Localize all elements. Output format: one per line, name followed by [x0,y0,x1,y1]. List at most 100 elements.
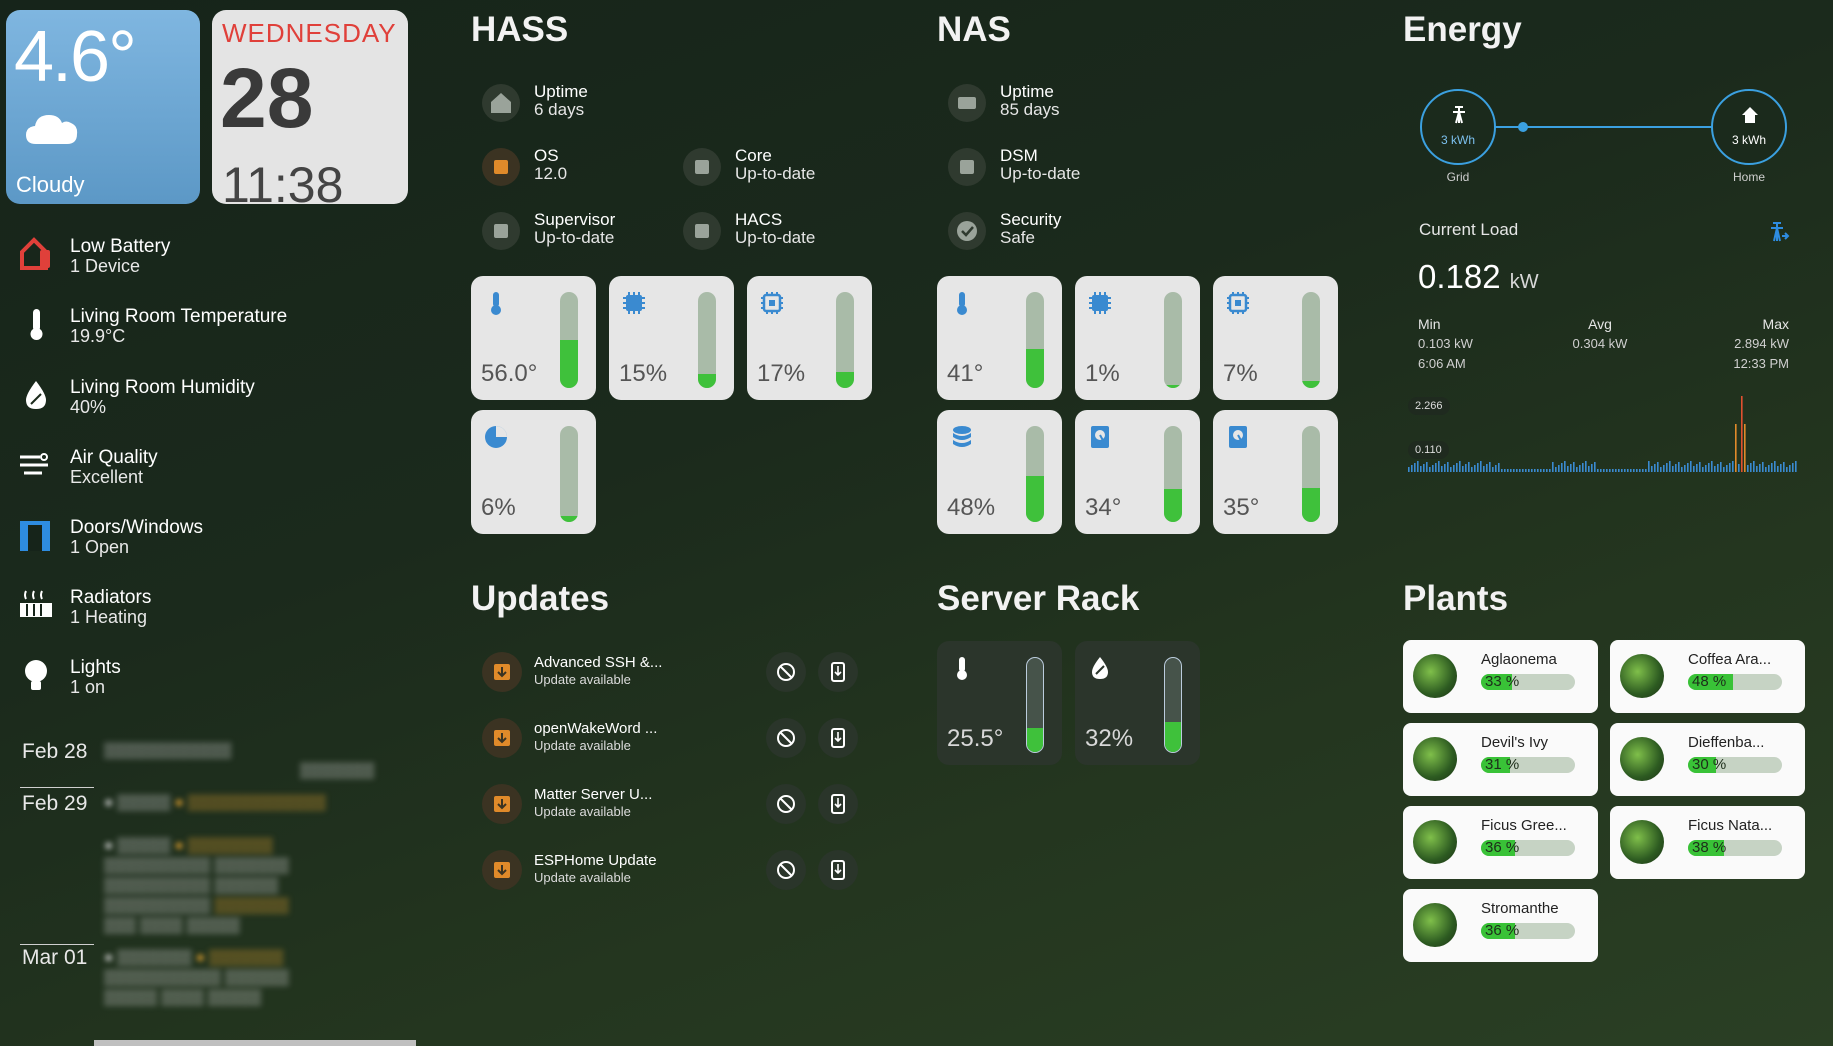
plant-card[interactable]: Aglaonema 33 % [1403,640,1598,713]
sparkline-bar [1639,469,1641,472]
blurred-event: ▒▒▒▒▒▒▒▒▒▒▒▒ [104,742,232,759]
update-status: Update available [534,870,631,885]
scrollbar[interactable] [94,1040,416,1046]
nas-memory-tile[interactable]: 7% [1213,276,1338,400]
hass-supervisor[interactable]: Supervisor Up-to-date [482,208,682,252]
install-update-button[interactable] [818,850,858,890]
harddisk-icon [1091,426,1109,448]
sparkline-bar [1486,464,1488,472]
rack-temperature-tile[interactable]: 25.5° [937,641,1062,765]
skip-update-button[interactable] [766,652,806,692]
update-item[interactable]: openWakeWord ... Update available [482,712,862,768]
skip-update-button[interactable] [766,850,806,890]
plant-name: Stromanthe [1481,900,1559,917]
cpu-64-icon [623,292,645,314]
sparkline-bar [1456,463,1458,472]
hass-core[interactable]: Core Up-to-date [683,144,883,188]
hass-memory-tile[interactable]: 17% [747,276,872,400]
nas-temperature-tile[interactable]: 41° [937,276,1062,400]
sparkline-bar [1534,469,1536,472]
update-name: ESPHome Update [534,852,657,869]
hass-os[interactable]: OS 12.0 [482,144,682,188]
skip-update-button[interactable] [766,718,806,758]
level-fill [1164,385,1182,388]
install-update-button[interactable] [818,652,858,692]
sidebar-item-radiators[interactable]: Radiators 1 Heating [18,583,398,635]
hass-hacs[interactable]: HACS Up-to-date [683,208,883,252]
plant-name: Ficus Gree... [1481,817,1567,834]
hass-disk-tile[interactable]: 6% [471,410,596,534]
sparkline-bar [1522,469,1524,472]
plant-card[interactable]: Ficus Gree... 36 % [1403,806,1598,879]
plant-card[interactable]: Ficus Nata... 38 % [1610,806,1805,879]
plant-card[interactable]: Coffea Ara... 48 % [1610,640,1805,713]
hass-uptime[interactable]: Uptime 6 days [482,80,682,124]
sparkline-bar [1789,465,1791,472]
nas-drive2-tile[interactable]: 35° [1213,410,1338,534]
tile-value: 7% [1223,360,1258,387]
sidebar-item-low-battery[interactable]: Low Battery 1 Device [18,232,398,284]
nas-drive1-tile[interactable]: 34° [1075,410,1200,534]
nas-dsm[interactable]: DSM Up-to-date [948,144,1168,188]
sidebar-item-title: Air Quality [70,447,158,468]
sidebar-item-sub: 1 Heating [70,607,148,627]
sparkline-bar [1516,469,1518,472]
weather-card[interactable]: 4.6° Cloudy [6,10,200,204]
sidebar-item-humidity[interactable]: Living Room Humidity 40% [18,373,398,425]
sidebar-item-doors-windows[interactable]: Doors/Windows 1 Open [18,513,398,565]
cloud-icon [26,115,78,144]
blurred-event: ● ▒▒▒▒▒ ● ▒▒▒▒▒▒▒▒ ▒▒▒▒▒▒▒▒▒▒ ▒▒▒▒▒▒▒ ▒▒▒▒… [104,837,289,934]
update-item[interactable]: ESPHome Update Update available [482,844,862,900]
sparkline-bar [1675,464,1677,472]
sparkline-bar [1504,469,1506,472]
install-update-button[interactable] [818,718,858,758]
nas-volume-tile[interactable]: 48% [937,410,1062,534]
sparkline-bar [1699,462,1701,472]
sparkline-bar [1495,465,1497,472]
install-update-button[interactable] [818,784,858,824]
sidebar-item-air-quality[interactable]: Air Quality Excellent [18,443,398,495]
sparkline-bar [1591,464,1593,472]
sparkline-bar [1528,469,1530,472]
max-value: 2.894 kW [1734,336,1789,351]
skip-update-button[interactable] [766,784,806,824]
sidebar-item-temperature[interactable]: Living Room Temperature 19.9°C [18,302,398,354]
nas-cpu-tile[interactable]: 1% [1075,276,1200,400]
sparkline-bar [1735,424,1737,472]
sparkline-bar [1573,462,1575,472]
sparkline-bar [1561,463,1563,472]
update-item[interactable]: Matter Server U... Update available [482,778,862,834]
sparkline-bar [1492,467,1494,472]
level-fill [560,516,578,522]
package-icon [948,148,986,186]
plant-card[interactable]: Dieffenba... 30 % [1610,723,1805,796]
section-title-plants: Plants [1403,579,1509,618]
section-title-energy: Energy [1403,10,1522,49]
sidebar-item-lights[interactable]: Lights 1 on [18,653,398,705]
moisture-value: 38 % [1692,840,1727,856]
calendar-divider [20,787,94,788]
package-icon [482,784,522,824]
sparkline-bar [1468,462,1470,472]
plant-card[interactable]: Stromanthe 36 % [1403,889,1598,962]
hass-temperature-tile[interactable]: 56.0° [471,276,596,400]
blurred-event: ▒▒▒▒▒▒▒ [300,762,375,779]
blurred-event: ● ▒▒▒▒▒▒▒ ● ▒▒▒▒▒▒▒ ▒▒▒▒▒▒▒▒▒▒▒ ▒▒▒▒▒▒ ▒▒▒… [104,949,289,1006]
plant-card[interactable]: Devil's Ivy 31 % [1403,723,1598,796]
level-fill [1165,721,1181,752]
nas-security[interactable]: Security Safe [948,208,1168,252]
rack-humidity-tile[interactable]: 32% [1075,641,1200,765]
update-name: Advanced SSH &... [534,654,663,671]
sparkline-bar [1762,462,1764,472]
sparkline-bar [1795,461,1797,472]
grid-node[interactable]: 3 kWh [1420,89,1496,165]
update-item[interactable]: Advanced SSH &... Update available [482,646,862,702]
day-number: 28 [220,51,314,145]
sparkline-bar [1543,469,1545,472]
home-node[interactable]: 3 kWh [1711,89,1787,165]
sparkline-bar [1729,463,1731,472]
nas-uptime[interactable]: Uptime 85 days [948,80,1168,124]
row-value: 6 days [534,100,585,119]
hass-cpu-tile[interactable]: 15% [609,276,734,400]
weekday-label: WEDNESDAY [222,18,397,48]
